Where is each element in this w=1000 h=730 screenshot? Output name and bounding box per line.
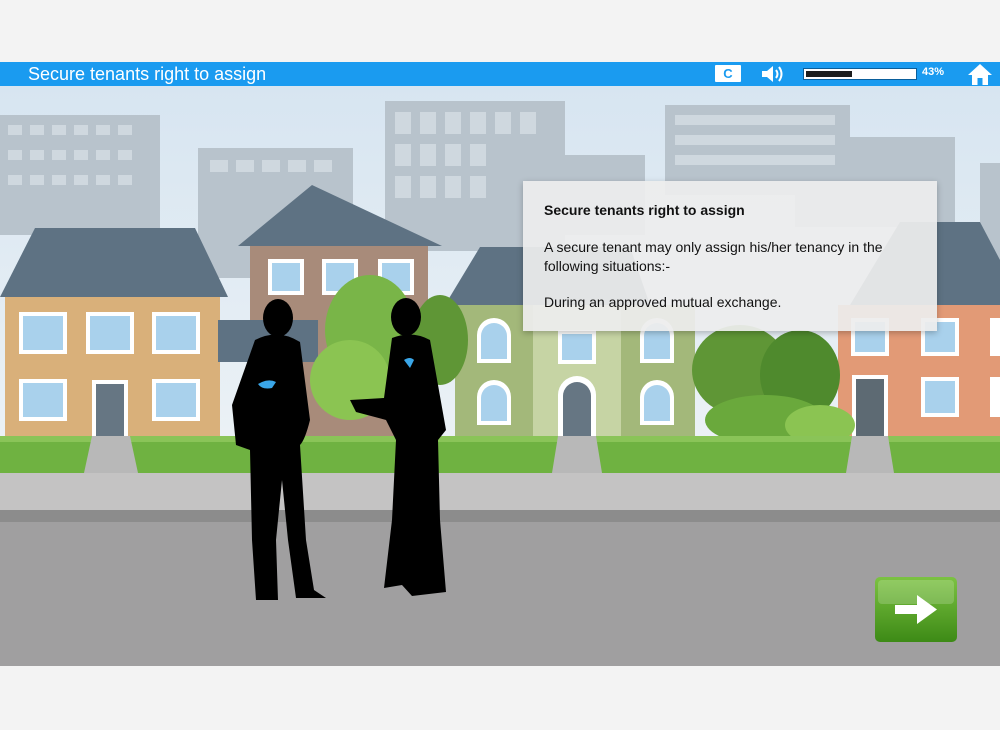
progress-fill	[806, 71, 852, 77]
info-panel-body: A secure tenant may only assign his/her …	[544, 239, 883, 274]
arrow-right-icon	[875, 577, 957, 642]
next-button[interactable]	[875, 577, 957, 642]
info-panel: Secure tenants right to assign A secure …	[523, 181, 937, 331]
progress-bar	[803, 68, 917, 80]
street-scene	[0, 86, 1000, 666]
captions-button[interactable]: C	[715, 65, 741, 82]
speaker-icon	[762, 66, 783, 82]
scene-illustration	[0, 86, 1000, 666]
page-title: Secure tenants right to assign	[28, 64, 267, 84]
progress-label: 43%	[922, 66, 945, 78]
home-icon	[968, 64, 992, 85]
info-panel-exception: During an approved mutual exchange.	[544, 294, 782, 310]
top-toolbar: Secure tenants right to assign C 43%	[0, 62, 1000, 86]
captions-icon: C	[723, 66, 733, 81]
info-panel-title: Secure tenants right to assign	[544, 202, 745, 218]
sound-button[interactable]	[759, 63, 787, 85]
home-button[interactable]	[966, 62, 994, 86]
